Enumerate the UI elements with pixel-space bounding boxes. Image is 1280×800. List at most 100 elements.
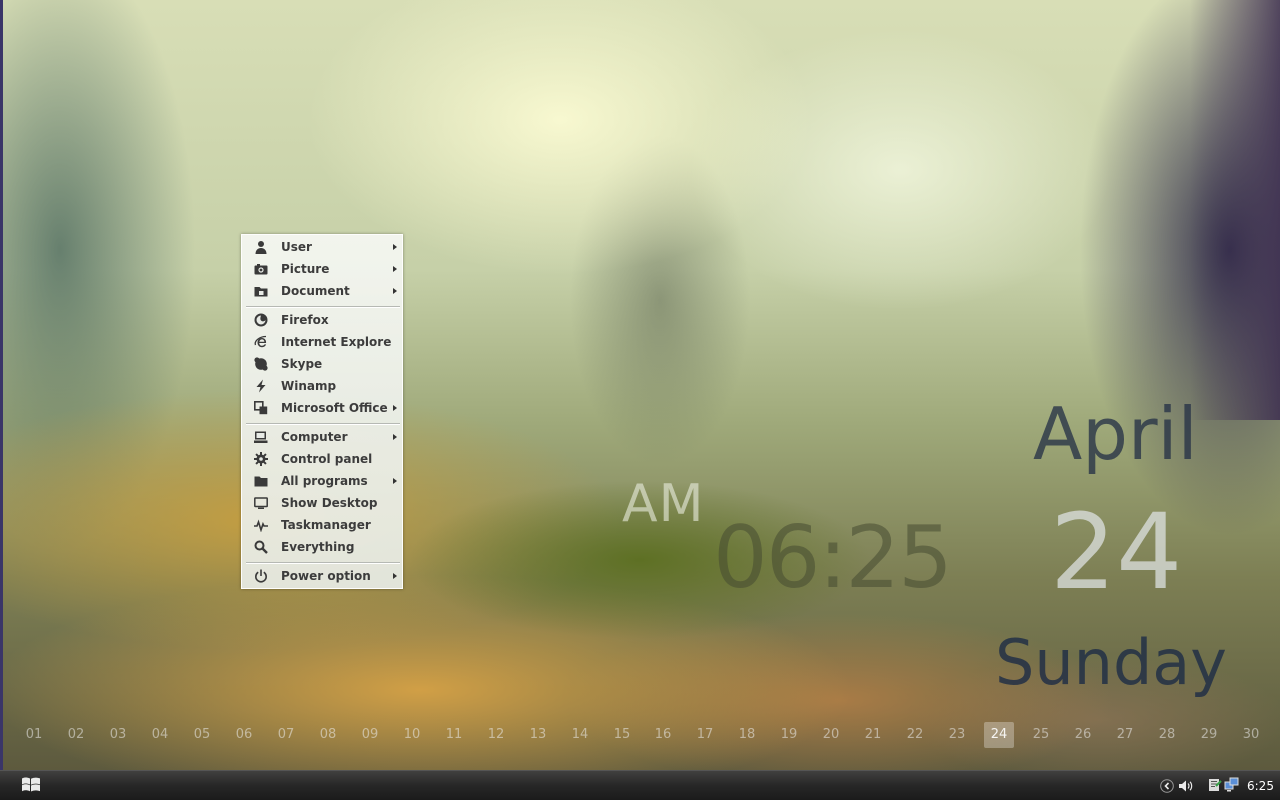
menu-item-microsoft-office[interactable]: Microsoft Office bbox=[246, 397, 398, 419]
menu-separator bbox=[246, 423, 400, 425]
taskbar-clock[interactable]: 6:25 bbox=[1247, 779, 1274, 793]
day-cell: 11 bbox=[445, 727, 463, 742]
action-center-icon bbox=[1208, 778, 1222, 797]
menu-item-computer[interactable]: Computer bbox=[246, 426, 398, 448]
tray-expand-button[interactable] bbox=[1160, 778, 1174, 793]
day-cell: 17 bbox=[696, 727, 714, 742]
clock-ampm: AM bbox=[622, 474, 705, 534]
menu-item-show-desktop[interactable]: Show Desktop bbox=[246, 492, 398, 514]
day-cell: 28 bbox=[1158, 727, 1176, 742]
day-cell: 27 bbox=[1116, 727, 1134, 742]
date-weekday: Sunday bbox=[995, 626, 1227, 699]
menu-item-winamp[interactable]: Winamp bbox=[246, 375, 398, 397]
day-cell: 07 bbox=[277, 727, 295, 742]
day-cell: 13 bbox=[529, 727, 547, 742]
day-cell: 21 bbox=[864, 727, 882, 742]
submenu-arrow-icon bbox=[393, 478, 397, 484]
menu-item-label: Firefox bbox=[281, 313, 329, 327]
day-cell: 12 bbox=[487, 727, 505, 742]
windows-logo-icon bbox=[21, 775, 41, 797]
menu-item-document[interactable]: Document bbox=[246, 280, 398, 302]
monitor-icon bbox=[254, 496, 268, 510]
submenu-arrow-icon bbox=[393, 244, 397, 250]
gear-icon bbox=[254, 452, 268, 466]
submenu-arrow-icon bbox=[393, 573, 397, 579]
menu-item-power-option[interactable]: Power option bbox=[246, 565, 398, 587]
submenu-arrow-icon bbox=[393, 288, 397, 294]
office-icon bbox=[254, 401, 268, 415]
day-cell: 05 bbox=[193, 727, 211, 742]
menu-item-label: Skype bbox=[281, 357, 323, 371]
day-cell: 16 bbox=[654, 727, 672, 742]
firefox-icon bbox=[254, 313, 268, 327]
day-cell-current: 24 bbox=[984, 722, 1014, 748]
menu-item-label: Taskmanager bbox=[281, 518, 371, 532]
menu-item-skype[interactable]: Skype bbox=[246, 353, 398, 375]
day-cell: 26 bbox=[1074, 727, 1092, 742]
taskbar: 6:25 bbox=[0, 770, 1280, 800]
day-cell: 14 bbox=[571, 727, 589, 742]
winamp-icon bbox=[254, 379, 268, 393]
date-day: 24 bbox=[1050, 491, 1183, 613]
menu-item-label: Picture bbox=[281, 262, 330, 276]
day-cell: 25 bbox=[1032, 727, 1050, 742]
day-cell: 02 bbox=[67, 727, 85, 742]
day-cell: 19 bbox=[780, 727, 798, 742]
day-cell: 10 bbox=[403, 727, 421, 742]
menu-item-firefox[interactable]: Firefox bbox=[246, 309, 398, 331]
submenu-arrow-icon bbox=[393, 434, 397, 440]
screen-edge bbox=[0, 0, 3, 770]
computer-icon bbox=[254, 430, 268, 444]
menu-item-internet-explorer[interactable]: Internet Explore bbox=[246, 331, 398, 353]
volume-button[interactable] bbox=[1178, 778, 1194, 792]
menu-item-picture[interactable]: Picture bbox=[246, 258, 398, 280]
volume-icon bbox=[1178, 778, 1194, 797]
day-cell: 22 bbox=[906, 727, 924, 742]
start-menu: User Picture Document Firefox Internet E… bbox=[241, 234, 403, 589]
day-cell: 29 bbox=[1200, 727, 1218, 742]
day-cell: 03 bbox=[109, 727, 127, 742]
network-icon bbox=[1224, 777, 1240, 797]
day-cell: 30 bbox=[1242, 727, 1260, 742]
camera-icon bbox=[254, 262, 268, 276]
skype-icon bbox=[254, 357, 268, 371]
menu-item-label: Show Desktop bbox=[281, 496, 378, 510]
day-cell: 01 bbox=[25, 727, 43, 742]
menu-item-taskmanager[interactable]: Taskmanager bbox=[246, 514, 398, 536]
internet-explorer-icon bbox=[254, 335, 268, 349]
user-icon bbox=[254, 240, 268, 254]
day-cell: 18 bbox=[738, 727, 756, 742]
menu-item-label: Everything bbox=[281, 540, 355, 554]
folder-document-icon bbox=[254, 284, 268, 298]
folder-icon bbox=[254, 474, 268, 488]
menu-item-label: Power option bbox=[281, 569, 371, 583]
menu-item-label: Control panel bbox=[281, 452, 373, 466]
date-month: April bbox=[1033, 392, 1198, 476]
menu-item-label: All programs bbox=[281, 474, 368, 488]
chevron-left-icon bbox=[1160, 778, 1174, 797]
network-button[interactable] bbox=[1224, 777, 1240, 793]
menu-separator bbox=[246, 562, 400, 564]
menu-item-all-programs[interactable]: All programs bbox=[246, 470, 398, 492]
menu-separator bbox=[246, 306, 400, 308]
day-cell: 08 bbox=[319, 727, 337, 742]
wallpaper-shadow bbox=[1190, 0, 1280, 420]
menu-item-user[interactable]: User bbox=[246, 236, 398, 258]
search-icon bbox=[254, 540, 268, 554]
menu-item-control-panel[interactable]: Control panel bbox=[246, 448, 398, 470]
day-cell: 06 bbox=[235, 727, 253, 742]
day-cell: 15 bbox=[613, 727, 631, 742]
menu-item-everything[interactable]: Everything bbox=[246, 536, 398, 558]
submenu-arrow-icon bbox=[393, 266, 397, 272]
start-button[interactable] bbox=[20, 776, 42, 796]
day-cell: 04 bbox=[151, 727, 169, 742]
action-center-button[interactable] bbox=[1208, 777, 1222, 793]
menu-item-label: User bbox=[281, 240, 312, 254]
menu-item-label: Document bbox=[281, 284, 350, 298]
pulse-icon bbox=[254, 518, 268, 532]
day-strip: 01 02 03 04 05 06 07 08 09 10 11 12 13 14 15 16 17 18 19 20… bbox=[0, 722, 1280, 748]
menu-item-label: Internet Explore bbox=[281, 335, 392, 349]
power-icon bbox=[254, 569, 268, 583]
clock-time: 06:25 bbox=[713, 508, 953, 608]
submenu-arrow-icon bbox=[393, 405, 397, 411]
